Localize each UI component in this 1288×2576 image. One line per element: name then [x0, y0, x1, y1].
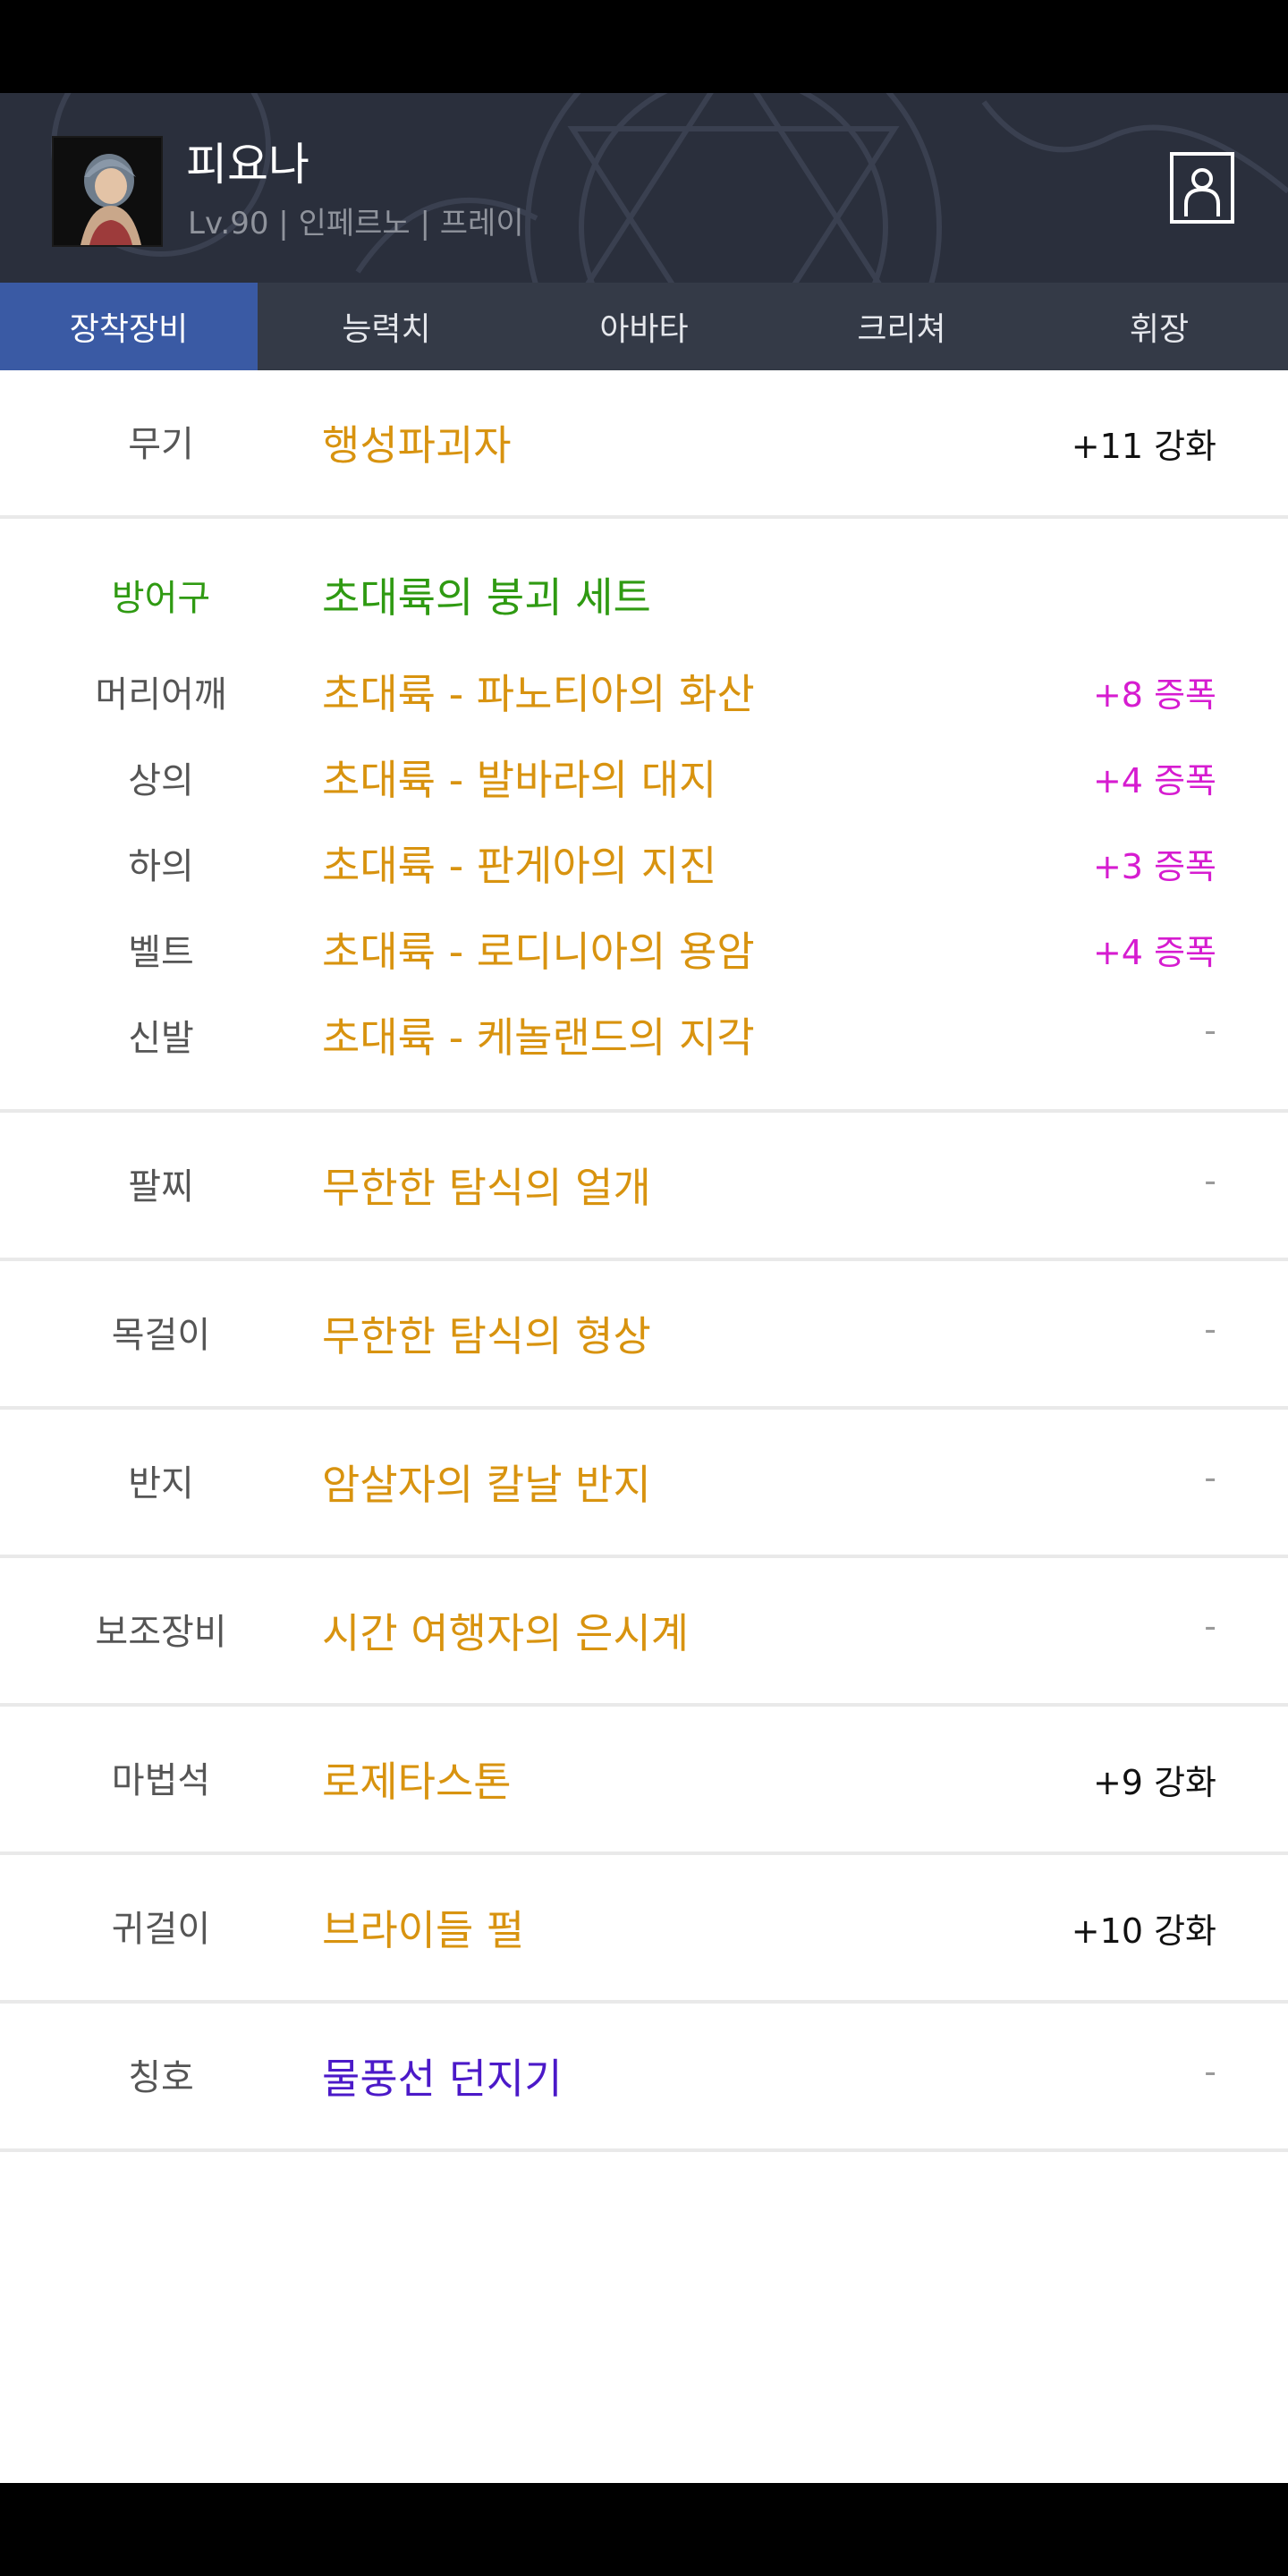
enhance-value: - — [1204, 2052, 1216, 2091]
slot-label: 칭호 — [128, 2057, 194, 2098]
tab-bar: 장착장비 능력치 아바타 크리쳐 휘장 — [0, 283, 1288, 370]
item-name: 시간 여행자의 은시계 — [322, 1609, 690, 1657]
item-name: 브라이들 펄 — [322, 1906, 525, 1954]
equipment-row-magic-stone[interactable]: 마법석 로제타스톤 +9 강화 — [0, 1707, 1288, 1855]
amplify-value: +4 증폭 — [1092, 761, 1216, 801]
equipment-row-bracelet[interactable]: 팔찌 무한한 탐식의 얼개 - — [0, 1113, 1288, 1261]
item-name: 무한한 탐식의 얼개 — [322, 1164, 651, 1212]
slot-label: 하의 — [128, 846, 194, 887]
avatar — [52, 136, 163, 247]
person-frame-icon — [1170, 152, 1234, 224]
tab-stats[interactable]: 능력치 — [258, 283, 515, 370]
slot-label: 상의 — [128, 760, 194, 801]
equipment-row-shoes[interactable]: 신발 초대륙 - 케놀랜드의 지각 - — [0, 996, 1288, 1077]
item-name: 물풍선 던지기 — [322, 2055, 563, 2103]
item-name: 초대륙 - 파노티아의 화산 — [322, 670, 755, 718]
enhance-value: - — [1204, 1161, 1216, 1200]
character-portrait — [54, 138, 161, 245]
navigation-bar — [0, 2483, 1288, 2576]
tab-avatar[interactable]: 아바타 — [515, 283, 773, 370]
tab-creature[interactable]: 크리쳐 — [773, 283, 1030, 370]
slot-label: 반지 — [128, 1463, 194, 1504]
item-name: 로제타스톤 — [322, 1758, 512, 1806]
item-name: 암살자의 칼날 반지 — [322, 1461, 651, 1509]
equipment-row-weapon[interactable]: 무기 행성파괴자 +11 강화 — [0, 370, 1288, 519]
item-name: 초대륙 - 발바라의 대지 — [322, 756, 717, 804]
equipment-row-top[interactable]: 상의 초대륙 - 발바라의 대지 +4 증폭 — [0, 739, 1288, 819]
equipment-row-ring[interactable]: 반지 암살자의 칼날 반지 - — [0, 1410, 1288, 1558]
equipment-row-title[interactable]: 칭호 물풍선 던지기 - — [0, 2004, 1288, 2152]
slot-label: 벨트 — [128, 932, 194, 973]
enhance-value: +9 강화 — [1092, 1763, 1216, 1802]
slot-label: 방어구 — [111, 578, 211, 619]
item-name: 초대륙 - 판게아의 지진 — [322, 842, 717, 890]
set-name: 초대륙의 붕괴 세트 — [322, 573, 651, 622]
character-name: 피요나 — [186, 139, 309, 191]
slot-label: 귀걸이 — [111, 1909, 211, 1950]
character-header: 피요나 Lv.90 | 인페르노 | 프레이 — [0, 93, 1288, 283]
equipment-row-earring[interactable]: 귀걸이 브라이들 펄 +10 강화 — [0, 1855, 1288, 2004]
amplify-value: +3 증폭 — [1092, 847, 1216, 886]
slot-label: 머리어깨 — [95, 674, 227, 716]
slot-label: 마법석 — [111, 1760, 211, 1801]
enhance-value: - — [1204, 1458, 1216, 1497]
enhance-value: - — [1204, 1606, 1216, 1646]
equipment-row-head-shoulder[interactable]: 머리어깨 초대륙 - 파노티아의 화산 +8 증폭 — [0, 653, 1288, 733]
status-bar — [0, 0, 1288, 93]
equipment-row-bottom[interactable]: 하의 초대륙 - 판게아의 지진 +3 증폭 — [0, 825, 1288, 905]
item-name: 무한한 탐식의 형상 — [322, 1312, 651, 1360]
enhance-value: +11 강화 — [1071, 427, 1216, 466]
armor-section: 방어구 초대륙의 붕괴 세트 머리어깨 초대륙 - 파노티아의 화산 +8 증폭… — [0, 519, 1288, 1113]
slot-label: 신발 — [128, 1018, 194, 1059]
enhance-value: - — [1204, 1309, 1216, 1349]
item-name: 초대륙 - 로디니아의 용암 — [322, 928, 755, 976]
enhance-value: +10 강화 — [1071, 1911, 1216, 1951]
amplify-value: +4 증폭 — [1092, 933, 1216, 972]
tab-emblem[interactable]: 휘장 — [1030, 283, 1288, 370]
tab-equipment[interactable]: 장착장비 — [0, 283, 258, 370]
profile-button[interactable] — [1170, 152, 1234, 224]
equipment-row-support[interactable]: 보조장비 시간 여행자의 은시계 - — [0, 1558, 1288, 1707]
slot-label: 무기 — [128, 424, 194, 465]
amplify-value: - — [1204, 1011, 1216, 1050]
item-name: 행성파괴자 — [322, 421, 512, 470]
item-name: 초대륙 - 케놀랜드의 지각 — [322, 1013, 755, 1062]
equipment-list: 무기 행성파괴자 +11 강화 방어구 초대륙의 붕괴 세트 머리어깨 초대륙 … — [0, 370, 1288, 2483]
equipment-row-necklace[interactable]: 목걸이 무한한 탐식의 형상 - — [0, 1261, 1288, 1410]
character-info: Lv.90 | 인페르노 | 프레이 — [188, 206, 524, 242]
slot-label: 보조장비 — [95, 1612, 227, 1653]
equipment-row-belt[interactable]: 벨트 초대륙 - 로디니아의 용암 +4 증폭 — [0, 911, 1288, 991]
slot-label: 목걸이 — [111, 1315, 211, 1356]
amplify-value: +8 증폭 — [1092, 675, 1216, 715]
armor-set-row[interactable]: 방어구 초대륙의 붕괴 세트 — [0, 556, 1288, 637]
slot-label: 팔찌 — [128, 1166, 194, 1208]
